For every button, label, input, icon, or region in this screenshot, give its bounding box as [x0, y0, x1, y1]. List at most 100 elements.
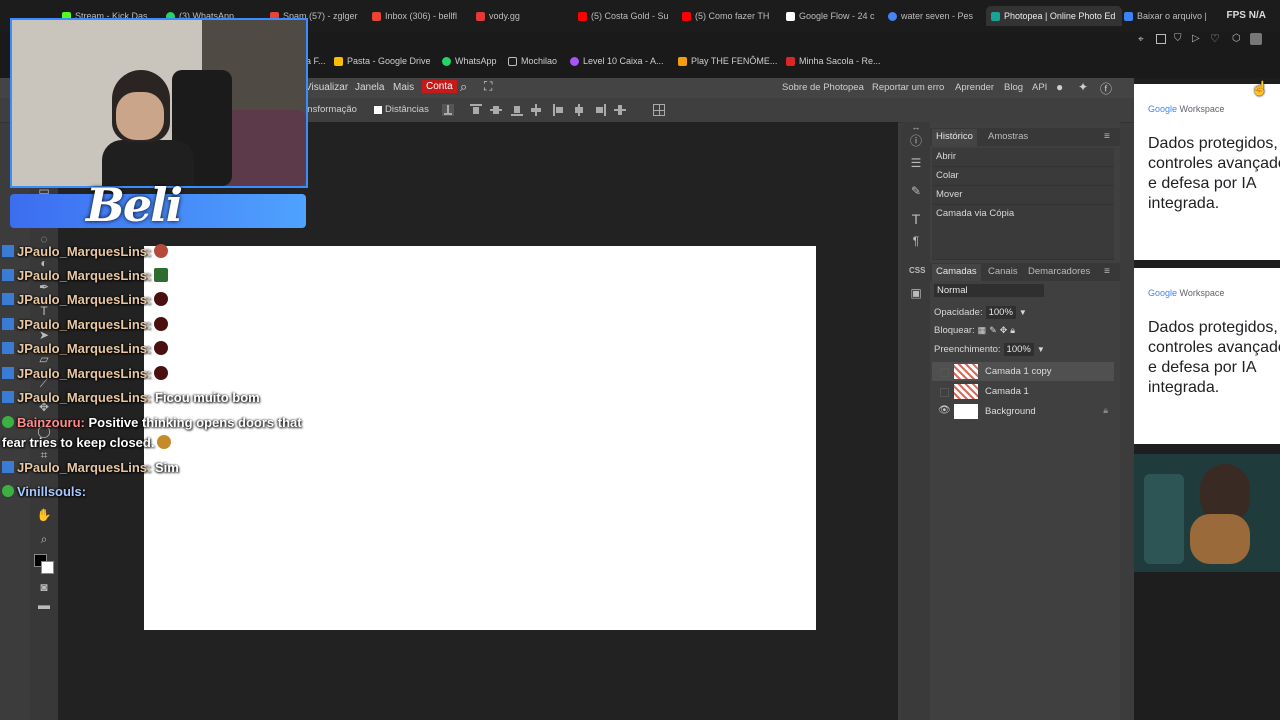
menu-janela[interactable]: Janela	[355, 82, 384, 93]
quick-mask-icon[interactable]: ◙	[36, 580, 52, 594]
shield-icon[interactable]: ⛉	[1174, 33, 1182, 44]
pin-icon[interactable]: ⌖	[1138, 34, 1144, 45]
history-panel-tabs: Histórico Amostras ≡	[930, 128, 1120, 146]
info-icon[interactable]: ⓘ	[909, 134, 923, 148]
tab-camadas[interactable]: Camadas	[932, 264, 981, 281]
image-icon[interactable]: ▣	[909, 286, 923, 300]
window-icon[interactable]	[1156, 34, 1166, 44]
layer-row[interactable]: Camada 1	[932, 382, 1114, 401]
bookmark-level10[interactable]: Level 10 Caixa - A...	[570, 56, 664, 66]
extensions-icon[interactable]: ⬡	[1232, 33, 1241, 44]
screen-mode-icon[interactable]: ▬	[36, 598, 52, 612]
menu-sobre[interactable]: Sobre de Photopea	[782, 82, 864, 93]
distances-option[interactable]: Distâncias	[374, 104, 429, 115]
document-canvas[interactable]	[144, 246, 816, 630]
character-icon[interactable]: T	[909, 212, 923, 226]
adjustments-icon[interactable]: ☰	[909, 156, 923, 170]
grid-icon[interactable]	[653, 104, 665, 116]
dropdown-arrow-icon[interactable]: ▼	[1019, 308, 1027, 317]
layer-row[interactable]: Camada 1 copy	[932, 362, 1114, 381]
download-icon[interactable]	[442, 104, 454, 116]
vody-icon	[476, 11, 485, 21]
badge-icon	[2, 245, 14, 257]
align-middle-icon[interactable]	[490, 104, 502, 116]
menu-conta[interactable]: Conta	[422, 80, 457, 93]
lock-all-icon[interactable]: 🔒︎	[1010, 325, 1015, 336]
bookmark-sacola[interactable]: Minha Sacola - Re...	[786, 56, 881, 66]
reddit-icon[interactable]: ●	[1056, 80, 1063, 94]
fill-input[interactable]: 100%	[1003, 343, 1034, 356]
bookmark-whatsapp[interactable]: WhatsApp	[442, 56, 497, 66]
layer-row[interactable]: 👁︎ Background 🔒︎	[932, 402, 1114, 421]
tab-demarcadores[interactable]: Demarcadores	[1028, 266, 1090, 277]
lock-position-icon[interactable]: ✥	[1000, 325, 1008, 336]
tab-canais[interactable]: Canais	[988, 266, 1018, 277]
panel-menu-icon[interactable]: ≡	[1104, 266, 1110, 277]
history-item[interactable]: Camada via Cópia	[932, 205, 1114, 260]
tab-historico[interactable]: Histórico	[932, 129, 977, 146]
tab-amostras[interactable]: Amostras	[988, 131, 1028, 142]
menu-api[interactable]: API	[1032, 82, 1047, 93]
menu-visualizar[interactable]: Visualizar	[305, 82, 348, 93]
align-right-icon[interactable]	[594, 104, 606, 116]
bookmark-google-drive[interactable]: Pasta - Google Drive	[334, 56, 431, 66]
dropdown-arrow-icon[interactable]: ▼	[1037, 345, 1045, 354]
heart-icon[interactable]: ♡	[1210, 32, 1220, 45]
history-item[interactable]: Abrir	[932, 148, 1114, 167]
background-color-swatch[interactable]	[41, 561, 54, 574]
history-item[interactable]: Mover	[932, 186, 1114, 205]
history-item[interactable]: Colar	[932, 167, 1114, 186]
tab-google-flow[interactable]: Google Flow - 24 c	[786, 8, 878, 24]
bookmark-partial[interactable]: a F...	[306, 56, 326, 66]
collapse-arrows-icon[interactable]: ↔	[909, 120, 923, 134]
badge-icon	[2, 318, 14, 330]
twitter-icon[interactable]: ✦	[1078, 80, 1088, 94]
css-icon[interactable]: CSS	[909, 264, 925, 278]
search-icon[interactable]: ⌕	[460, 79, 467, 95]
tab-gmail-inbox[interactable]: Inbox (306) - bellfl	[372, 8, 464, 24]
menu-blog[interactable]: Blog	[1004, 82, 1023, 93]
opacity-input[interactable]: 100%	[985, 306, 1016, 319]
facebook-icon[interactable]: ⓕ	[1100, 80, 1112, 97]
ad-google-workspace[interactable]: Google Workspace Dados protegidos, contr…	[1134, 84, 1280, 260]
visibility-toggle[interactable]	[940, 368, 949, 377]
tab-youtube-2[interactable]: (5) Como fazer TH	[682, 8, 774, 24]
lock-transparency-icon[interactable]: ▦	[978, 325, 987, 336]
profile-avatar[interactable]	[1250, 33, 1262, 45]
tab-google-search[interactable]: water seven - Pes	[888, 8, 980, 24]
hand-tool-icon[interactable]: ✋	[36, 508, 52, 522]
panel-menu-icon[interactable]: ≡	[1104, 131, 1110, 142]
visibility-toggle[interactable]	[940, 388, 949, 397]
ad-google-workspace[interactable]: Google Workspace Dados protegidos, contr…	[1134, 268, 1280, 444]
zoom-tool-icon[interactable]: ⌕	[36, 532, 52, 546]
align-top-icon[interactable]	[470, 104, 482, 116]
lock-image-icon[interactable]: ✎	[989, 325, 997, 336]
menu-reportar[interactable]: Reportar um erro	[872, 82, 944, 93]
tab-youtube-1[interactable]: (5) Costa Gold - Su	[578, 8, 670, 24]
menu-mais[interactable]: Mais	[393, 82, 414, 93]
distribute-vertical-icon[interactable]	[530, 104, 542, 116]
fullscreen-icon[interactable]: ⛶	[484, 79, 492, 94]
blend-mode-value[interactable]: Normal	[934, 284, 1044, 297]
menu-aprender[interactable]: Aprender	[955, 82, 994, 93]
panel-icons-strip: ↔ ⓘ ☰ ✎ T ¶ CSS ▣	[902, 122, 930, 720]
paragraph-icon[interactable]: ¶	[909, 234, 923, 248]
layer-thumbnail	[954, 364, 978, 379]
tab-photopea[interactable]: Photopea | Online Photo Ed	[986, 6, 1122, 26]
align-center-icon[interactable]	[573, 104, 585, 116]
bookmark-mochilao[interactable]: Mochilao	[508, 56, 557, 66]
tab-download[interactable]: Baixar o arquivo |	[1124, 8, 1214, 24]
bookmark-fenomeno[interactable]: Play THE FENÔME...	[678, 56, 777, 66]
tab-vody[interactable]: vody.gg	[476, 8, 552, 24]
blend-mode-select[interactable]: Normal	[934, 284, 1044, 297]
align-bottom-icon[interactable]	[511, 104, 523, 116]
brush-settings-icon[interactable]: ✎	[909, 184, 923, 198]
eye-icon[interactable]: 👁︎	[938, 405, 951, 416]
lock-row: Bloquear: ▦ ✎ ✥ 🔒︎	[934, 325, 1016, 336]
ad-image[interactable]	[1134, 454, 1280, 572]
transform-controls-option[interactable]: ansformação	[302, 104, 357, 115]
align-left-icon[interactable]	[553, 104, 565, 116]
play-icon[interactable]: ▷	[1192, 33, 1200, 44]
checkbox[interactable]	[374, 105, 382, 114]
distribute-horizontal-icon[interactable]	[614, 104, 626, 116]
